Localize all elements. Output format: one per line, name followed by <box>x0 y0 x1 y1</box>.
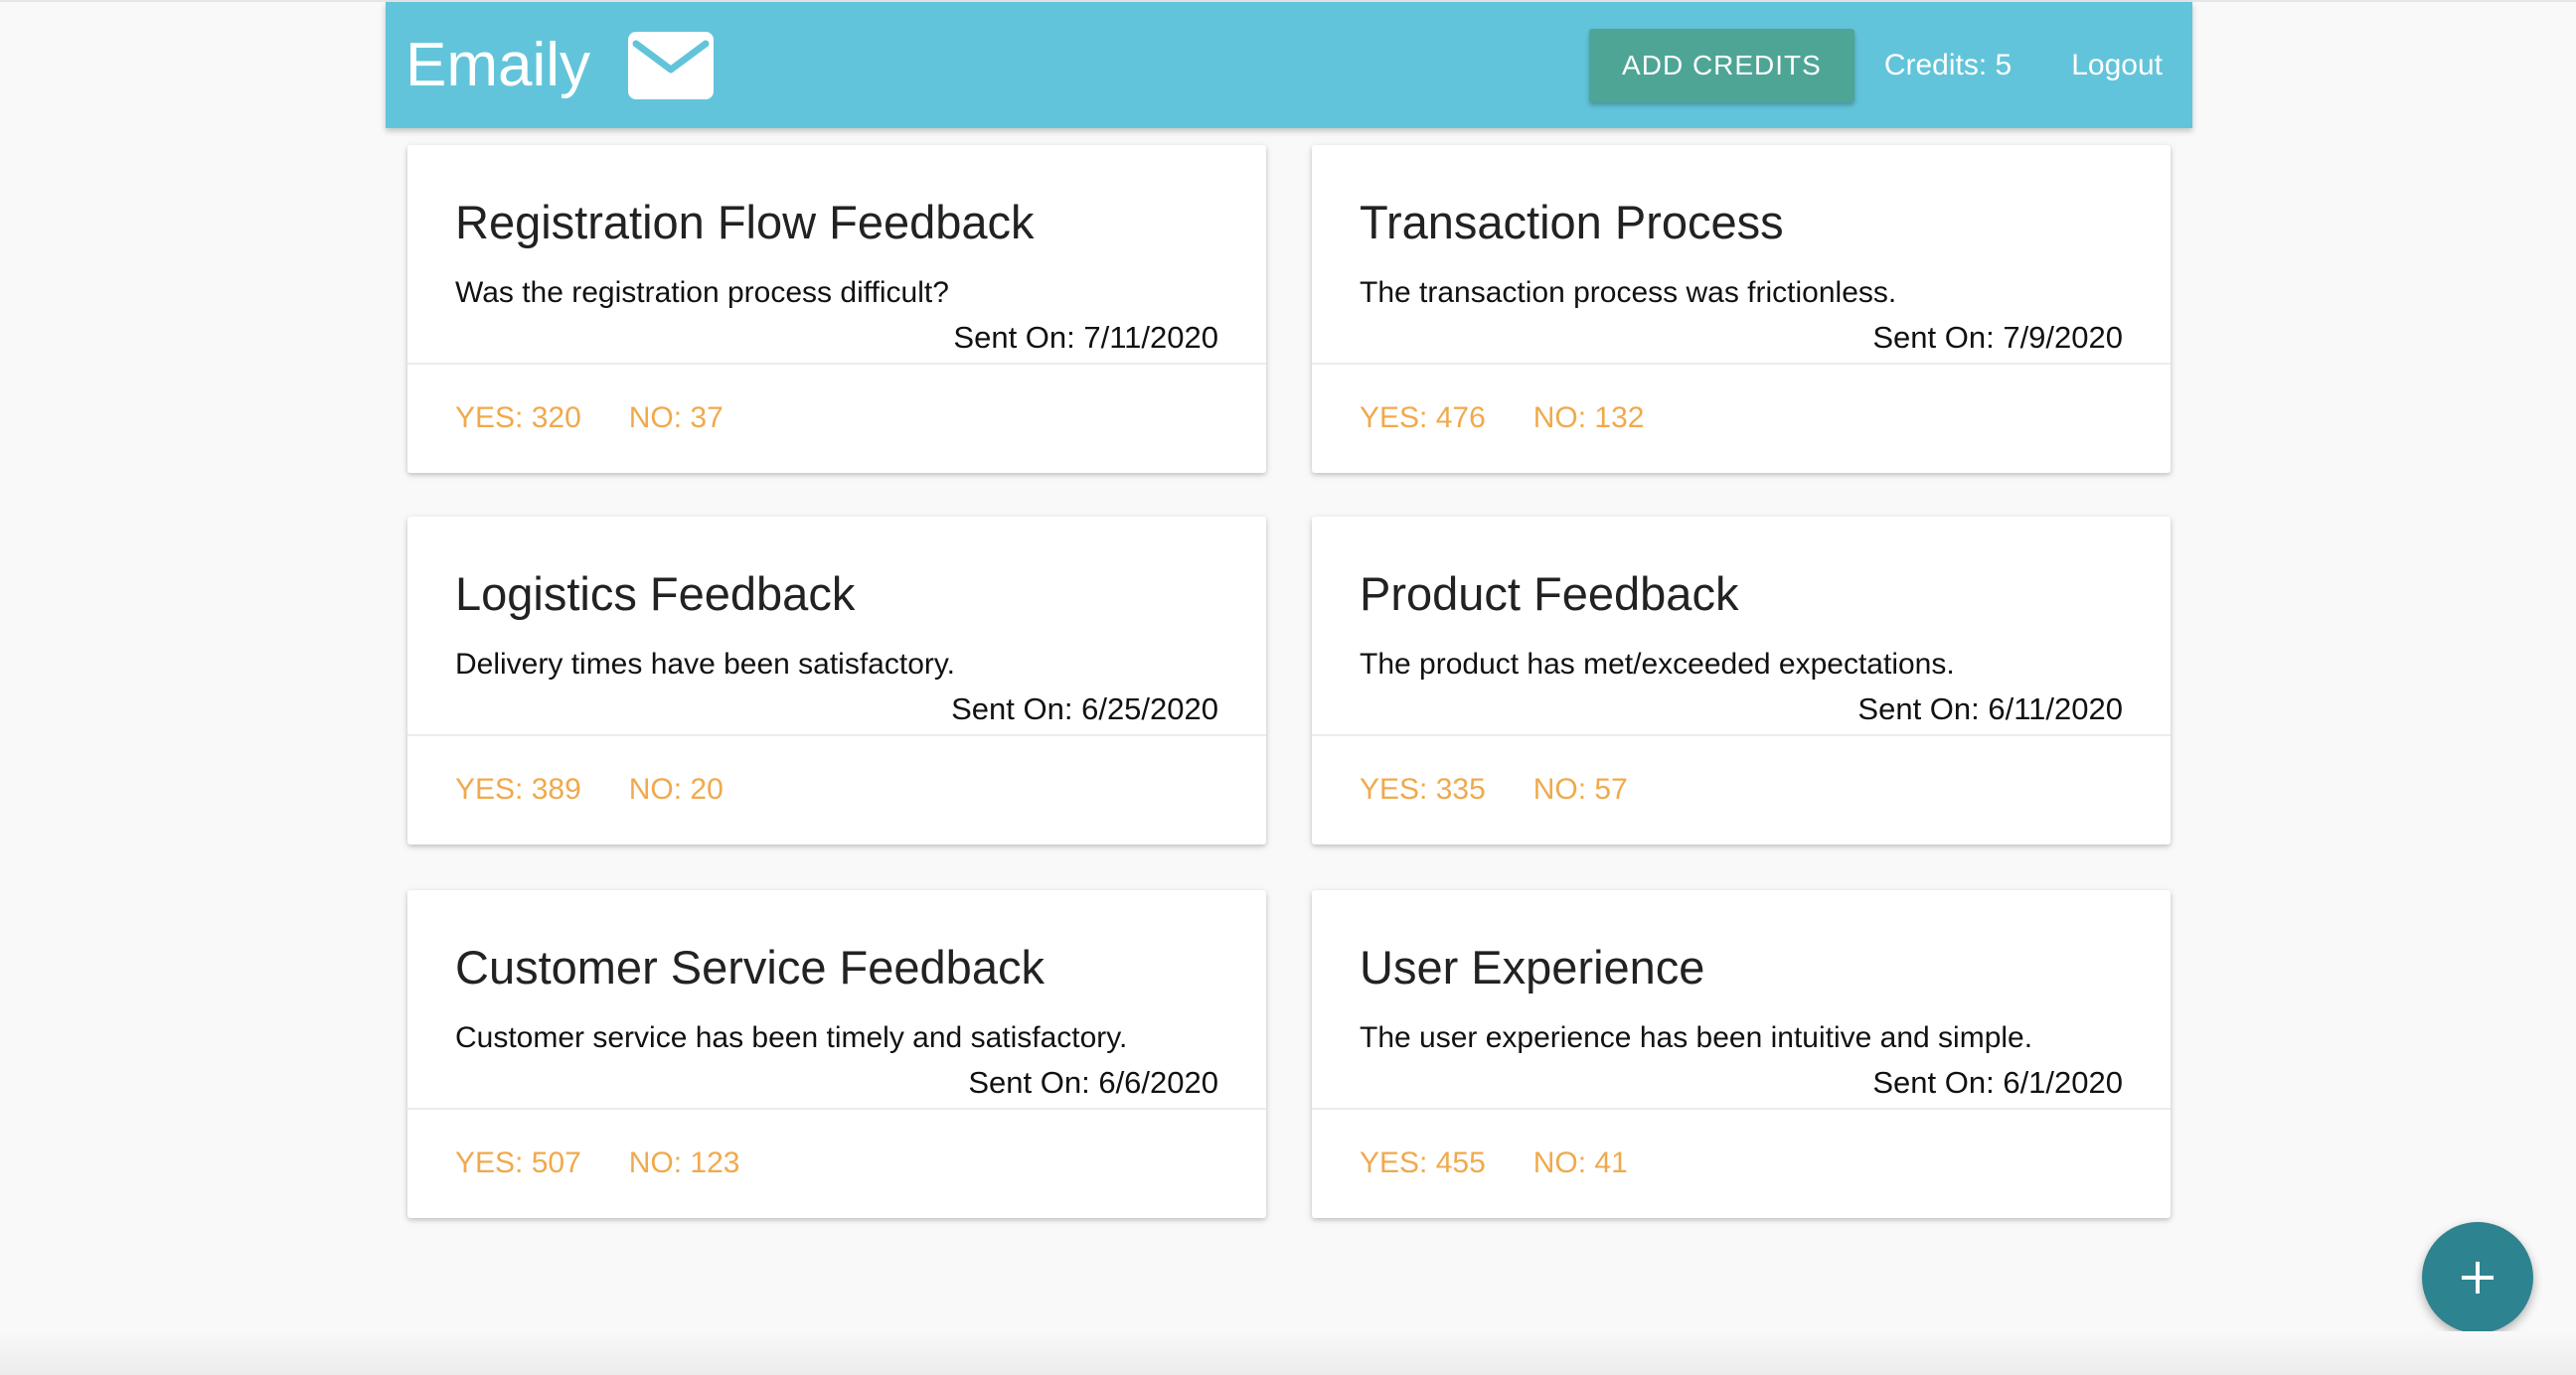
survey-sent-date: Sent On: 7/9/2020 <box>1872 320 2123 355</box>
yes-count-link[interactable]: YES: 455 <box>1360 1146 1486 1180</box>
card-content: User Experience The user experience has … <box>1312 890 2171 1108</box>
survey-card: User Experience The user experience has … <box>1312 890 2171 1218</box>
card-divider <box>1312 1108 2171 1110</box>
card-actions: YES: 507 NO: 123 <box>455 1146 788 1180</box>
card-divider <box>407 363 1266 365</box>
card-actions: YES: 389 NO: 20 <box>455 773 771 807</box>
page: Emaily ADD CREDITS Credits: 5 Logout Reg… <box>0 0 2576 1375</box>
card-actions: YES: 476 NO: 132 <box>1360 401 1692 435</box>
survey-sent-date: Sent On: 6/1/2020 <box>1872 1065 2123 1100</box>
card-actions: YES: 455 NO: 41 <box>1360 1146 1676 1180</box>
survey-card: Customer Service Feedback Customer servi… <box>407 890 1266 1218</box>
survey-card: Transaction Process The transaction proc… <box>1312 145 2171 473</box>
card-actions: YES: 335 NO: 57 <box>1360 773 1676 807</box>
brand-link[interactable]: Emaily <box>405 2 715 128</box>
yes-count-link[interactable]: YES: 389 <box>455 773 581 807</box>
credits-count: Credits: 5 <box>1883 48 2012 81</box>
logout-link[interactable]: Logout <box>2071 49 2163 82</box>
survey-title: Transaction Process <box>1360 196 1784 248</box>
card-content: Product Feedback The product has met/exc… <box>1312 517 2171 734</box>
survey-body: Delivery times have been satisfactory. <box>455 648 955 681</box>
card-content: Logistics Feedback Delivery times have b… <box>407 517 1266 734</box>
add-credits-button[interactable]: ADD CREDITS <box>1589 28 1854 102</box>
survey-card: Product Feedback The product has met/exc… <box>1312 517 2171 844</box>
survey-sent-date: Sent On: 6/6/2020 <box>968 1065 1218 1100</box>
no-count-link[interactable]: NO: 132 <box>1533 401 1645 435</box>
survey-sent-date: Sent On: 6/25/2020 <box>951 691 1218 726</box>
survey-card: Registration Flow Feedback Was the regis… <box>407 145 1266 473</box>
brand-title: Emaily <box>405 30 591 99</box>
survey-card: Logistics Feedback Delivery times have b… <box>407 517 1266 844</box>
survey-sent-date: Sent On: 7/11/2020 <box>953 320 1218 355</box>
no-count-link[interactable]: NO: 41 <box>1533 1146 1628 1180</box>
survey-sent-date: Sent On: 6/11/2020 <box>1857 691 2123 726</box>
card-divider <box>1312 363 2171 365</box>
survey-title: Registration Flow Feedback <box>455 196 1035 248</box>
card-content: Customer Service Feedback Customer servi… <box>407 890 1266 1108</box>
card-content: Transaction Process The transaction proc… <box>1312 145 2171 363</box>
navbar: Emaily ADD CREDITS Credits: 5 Logout <box>386 2 2192 128</box>
card-actions: YES: 320 NO: 37 <box>455 401 771 435</box>
survey-body: Customer service has been timely and sat… <box>455 1021 1128 1054</box>
card-content: Registration Flow Feedback Was the regis… <box>407 145 1266 363</box>
no-count-link[interactable]: NO: 123 <box>629 1146 740 1180</box>
no-count-link[interactable]: NO: 37 <box>629 401 724 435</box>
mail-icon <box>628 31 715 99</box>
yes-count-link[interactable]: YES: 335 <box>1360 773 1486 807</box>
yes-count-link[interactable]: YES: 476 <box>1360 401 1486 435</box>
survey-title: User Experience <box>1360 941 1705 993</box>
no-count-link[interactable]: NO: 57 <box>1533 773 1628 807</box>
yes-count-link[interactable]: YES: 507 <box>455 1146 581 1180</box>
card-divider <box>407 734 1266 736</box>
no-count-link[interactable]: NO: 20 <box>629 773 724 807</box>
survey-title: Logistics Feedback <box>455 567 856 620</box>
bottom-fade <box>0 1331 2576 1375</box>
plus-icon <box>2462 1262 2494 1294</box>
survey-body: The transaction process was frictionless… <box>1360 276 1897 309</box>
card-divider <box>407 1108 1266 1110</box>
survey-title: Product Feedback <box>1360 567 1739 620</box>
nav-actions: ADD CREDITS Credits: 5 Logout <box>1589 2 2163 128</box>
new-survey-button[interactable] <box>2422 1222 2533 1333</box>
survey-body: The product has met/exceeded expectation… <box>1360 648 1955 681</box>
card-divider <box>1312 734 2171 736</box>
survey-title: Customer Service Feedback <box>455 941 1045 993</box>
yes-count-link[interactable]: YES: 320 <box>455 401 581 435</box>
survey-body: The user experience has been intuitive a… <box>1360 1021 2033 1054</box>
survey-body: Was the registration process difficult? <box>455 276 949 309</box>
